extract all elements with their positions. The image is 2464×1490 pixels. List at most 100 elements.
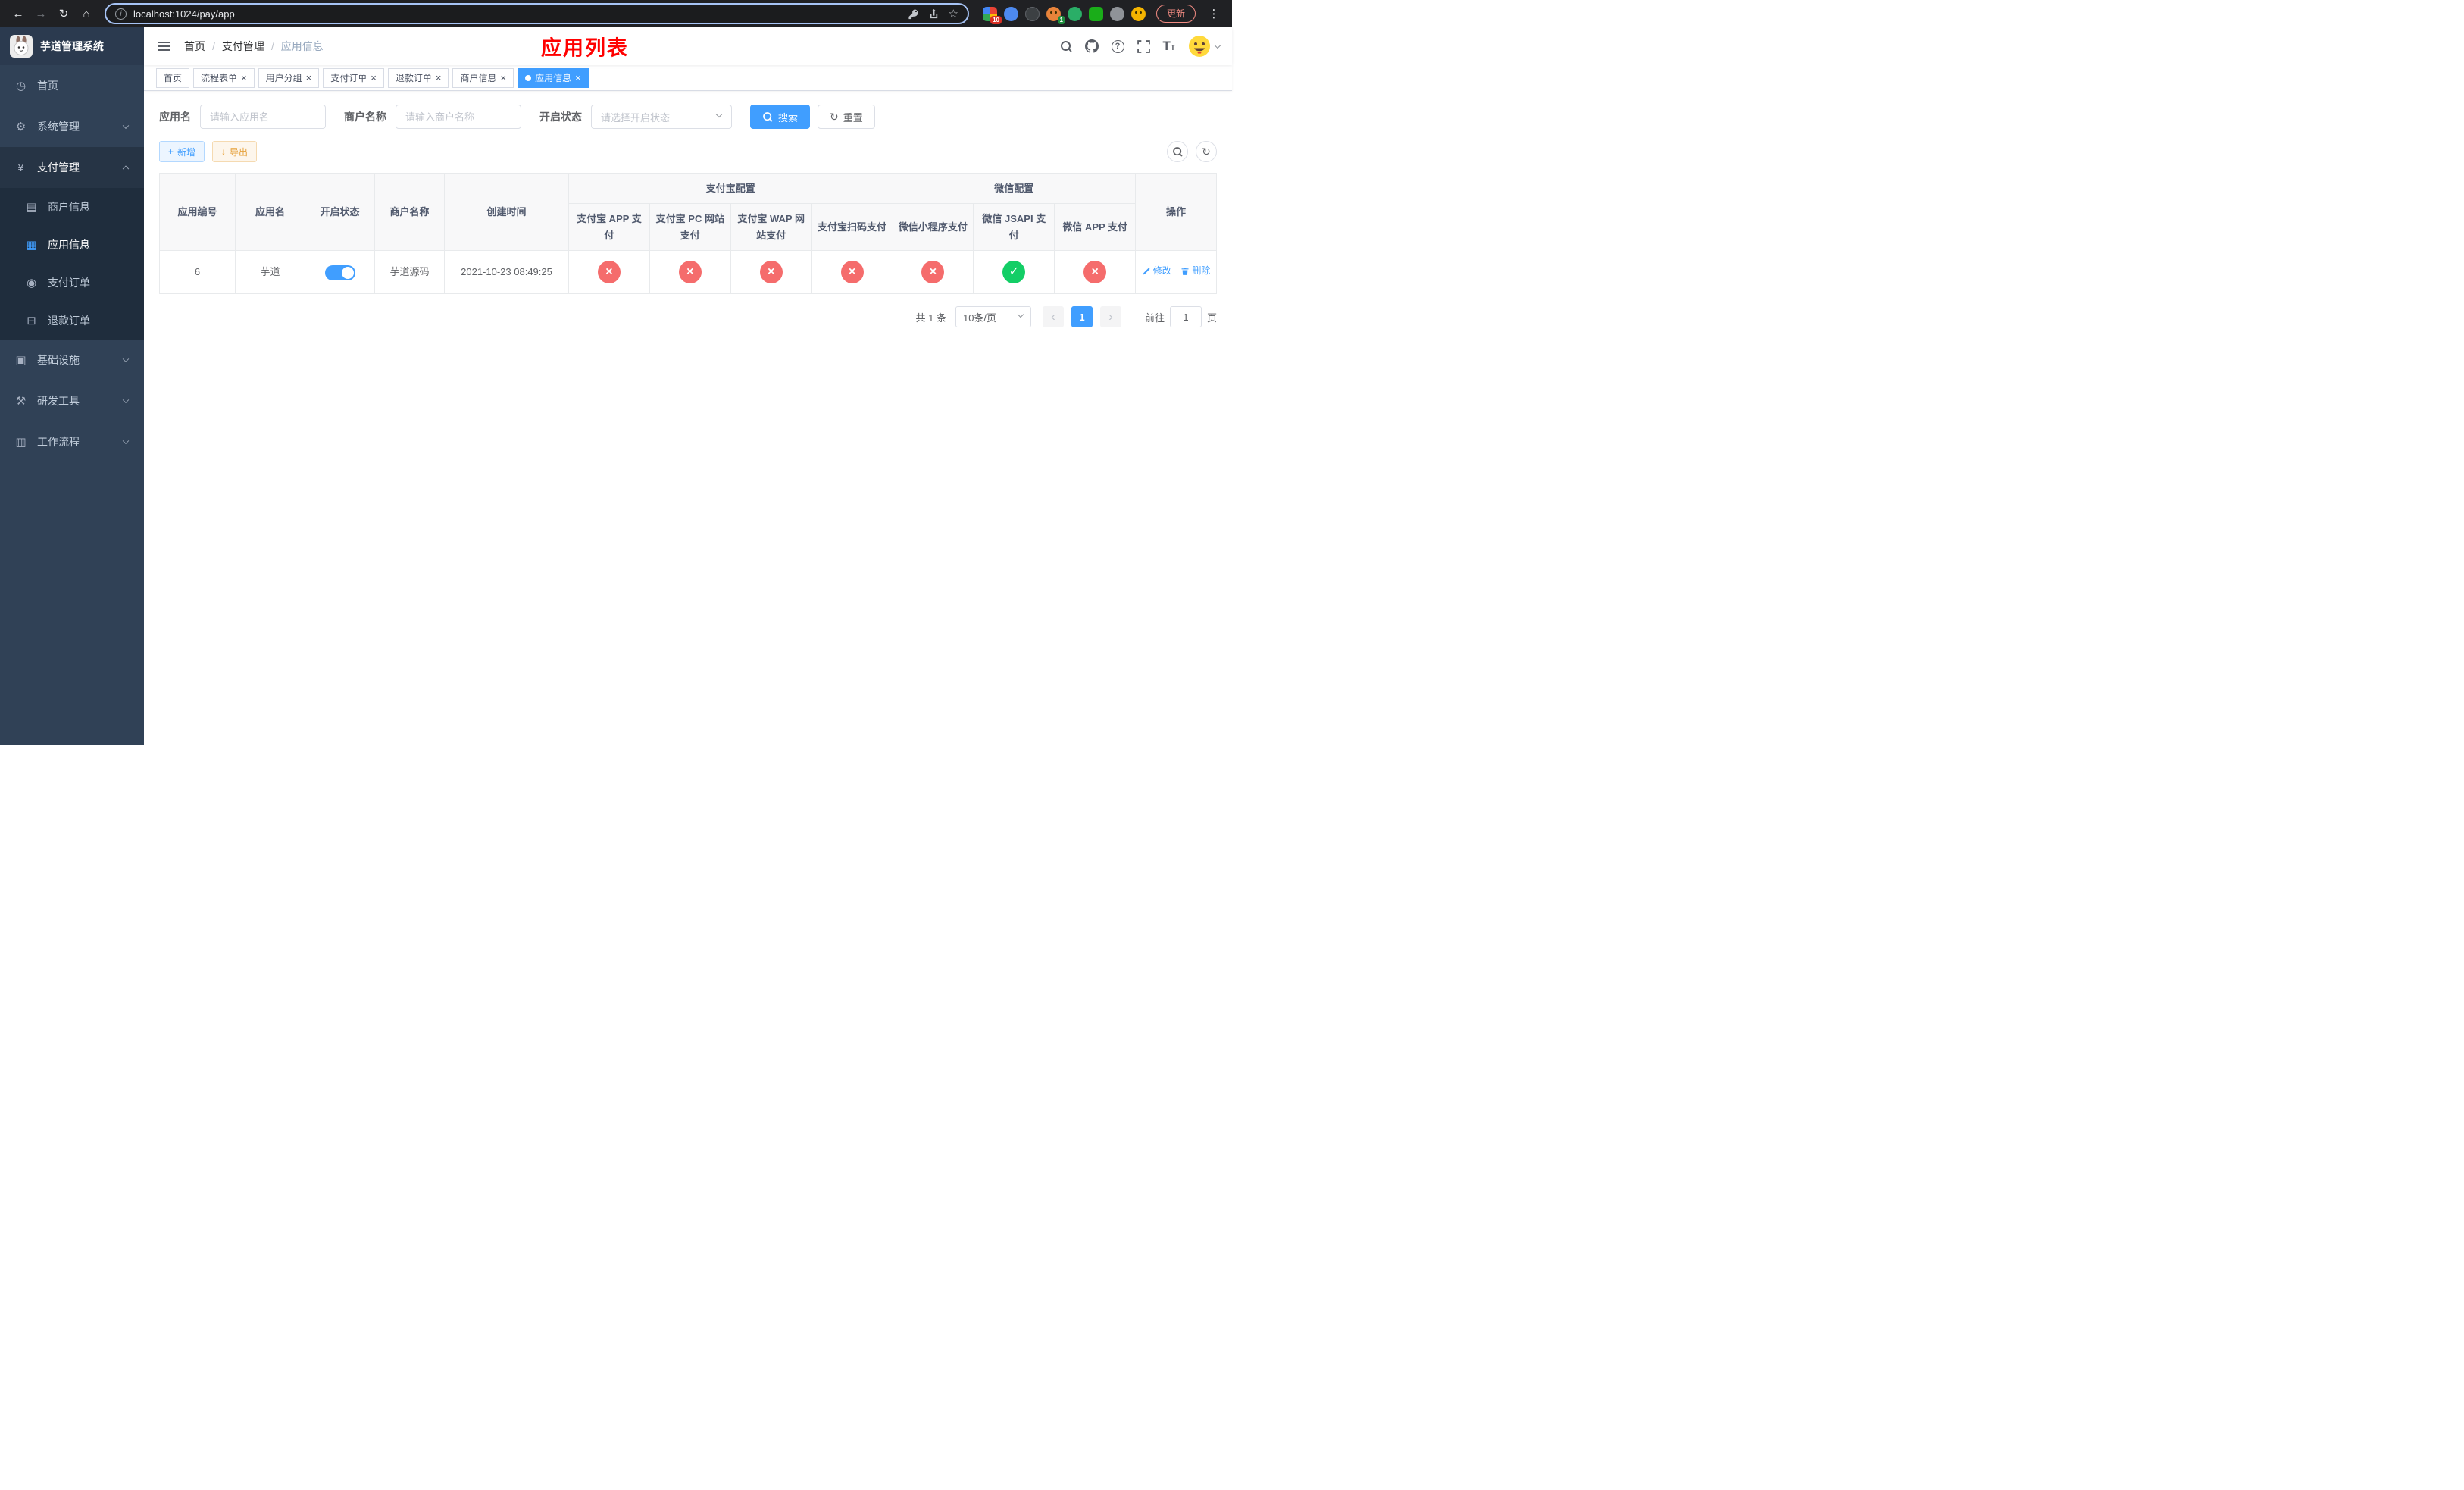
tab-process-form[interactable]: 流程表单 × [193, 67, 255, 88]
back-icon[interactable]: ← [8, 3, 29, 24]
page-size-select[interactable]: 10条/页 [955, 306, 1031, 327]
fullscreen-icon[interactable] [1137, 39, 1150, 53]
sidebar-item-home[interactable]: ◷ 首页 [0, 65, 144, 106]
search-icon[interactable] [1060, 40, 1072, 52]
reload-icon[interactable]: ↻ [53, 3, 74, 24]
app-logo[interactable]: 芋道管理系统 [0, 27, 144, 65]
app-name-input[interactable] [200, 105, 326, 129]
tab-user-group[interactable]: 用户分组 × [258, 67, 320, 88]
cell-app-name: 芋道 [235, 250, 305, 294]
tab-merchant-info[interactable]: 商户信息 × [452, 67, 514, 88]
refresh-icon: ↻ [1202, 146, 1211, 158]
update-button[interactable]: 更新 [1155, 5, 1196, 23]
forward-icon[interactable]: → [30, 3, 52, 24]
table-toolbar: + 新增 ↓ 导出 ↻ [159, 141, 1217, 162]
edit-button[interactable]: 修改 [1142, 264, 1171, 279]
payment-submenu: ▤ 商户信息 ▦ 应用信息 ◉ 支付订单 ⊟ 退款订单 [0, 188, 144, 340]
refund-icon: ⊟ [27, 315, 36, 327]
status-select[interactable]: 请选择开启状态 [591, 105, 732, 129]
tab-home[interactable]: 首页 [156, 67, 190, 88]
col-header-alipay-qr: 支付宝扫码支付 [811, 203, 893, 251]
close-icon[interactable]: × [306, 73, 312, 83]
share-icon[interactable] [928, 8, 940, 20]
url-bar[interactable]: i localhost:1024/pay/app ☆ [105, 3, 969, 24]
export-button[interactable]: ↓ 导出 [212, 141, 258, 162]
sidebar-item-label: 首页 [37, 80, 58, 92]
bookmark-star-icon[interactable]: ☆ [949, 8, 958, 20]
refresh-table-button[interactable]: ↻ [1196, 141, 1217, 162]
chevron-down-icon [122, 355, 130, 363]
merchant-name-input[interactable] [396, 105, 521, 129]
tags-view-bar: 首页 流程表单 × 用户分组 × 支付订单 × 退款订单 × 商户信息 × 应用信息 × [144, 65, 1232, 91]
refresh-icon: ↻ [830, 111, 839, 123]
reset-button[interactable]: ↻ 重置 [818, 105, 875, 129]
sidebar-item-system[interactable]: ⚙ 系统管理 [0, 106, 144, 147]
col-header-alipay-pc: 支付宝 PC 网站支付 [649, 203, 731, 251]
sidebar-item-workflow[interactable]: ▥ 工作流程 [0, 421, 144, 462]
sidebar-item-refund-order[interactable]: ⊟ 退款订单 [0, 302, 144, 340]
sidebar-toggle-icon[interactable] [156, 38, 172, 55]
plus-icon: + [168, 146, 174, 157]
goto-page-input[interactable] [1169, 306, 1202, 327]
status-toggle[interactable] [324, 265, 355, 280]
sidebar-item-merchant-info[interactable]: ▤ 商户信息 [0, 188, 144, 226]
tab-refund-order[interactable]: 退款订单 × [387, 67, 449, 88]
prev-page-button[interactable]: ‹ [1042, 306, 1064, 327]
extension-face-icon[interactable] [1130, 6, 1146, 21]
search-button[interactable]: 搜索 [750, 105, 811, 129]
chevron-down-icon [715, 111, 723, 118]
toggle-search-button[interactable] [1167, 141, 1188, 162]
extension-dark-icon[interactable] [1024, 6, 1040, 21]
extension-grid-icon[interactable]: 10 [982, 6, 1002, 24]
wechat-app-status-icon: × [1083, 261, 1107, 283]
sidebar-item-dev-tools[interactable]: ⚒ 研发工具 [0, 380, 144, 421]
col-header-wechat-jsapi: 微信 JSAPI 支付 [973, 203, 1055, 251]
close-icon[interactable]: × [371, 73, 377, 83]
breadcrumb-payment[interactable]: 支付管理 [222, 39, 281, 54]
order-icon: ◉ [26, 277, 37, 290]
key-icon[interactable] [908, 8, 919, 20]
pagination-total: 共 1 条 [915, 311, 946, 324]
chevron-down-icon [1214, 42, 1221, 49]
close-icon[interactable]: × [241, 73, 247, 83]
close-icon[interactable]: × [575, 73, 581, 83]
sidebar-item-label: 研发工具 [37, 395, 80, 407]
extension-green-circle-icon[interactable] [1067, 6, 1082, 21]
extension-green-square-icon[interactable] [1088, 6, 1103, 21]
help-icon[interactable]: ? [1111, 39, 1124, 53]
font-size-icon[interactable]: TT [1163, 39, 1176, 54]
sidebar-item-infrastructure[interactable]: ▣ 基础设施 [0, 340, 144, 380]
next-page-button[interactable]: › [1099, 306, 1121, 327]
sidebar-item-label: 系统管理 [37, 121, 80, 133]
tab-pay-order[interactable]: 支付订单 × [323, 67, 384, 88]
site-info-icon[interactable]: i [115, 8, 127, 20]
sidebar-item-app-info[interactable]: ▦ 应用信息 [0, 226, 144, 264]
add-button[interactable]: + 新增 [159, 141, 205, 162]
breadcrumb-home[interactable]: 首页 [184, 39, 222, 54]
gear-icon: ⚙ [15, 121, 27, 133]
extension-drop-icon[interactable] [1003, 6, 1018, 21]
col-header-created: 创建时间 [444, 173, 569, 251]
extension-avatar-icon[interactable]: 1 [1046, 6, 1065, 24]
col-header-app-name: 应用名 [235, 173, 305, 251]
github-icon[interactable] [1084, 39, 1099, 53]
col-header-alipay-app: 支付宝 APP 支付 [568, 203, 650, 251]
user-menu[interactable] [1188, 35, 1221, 58]
sidebar-item-pay-order[interactable]: ◉ 支付订单 [0, 264, 144, 302]
wechat-mini-status-icon: × [921, 261, 945, 283]
home-icon[interactable]: ⌂ [76, 3, 97, 24]
page-number-button[interactable]: 1 [1071, 306, 1093, 327]
workflow-icon: ▥ [15, 436, 27, 449]
close-icon[interactable]: × [436, 73, 442, 83]
sidebar-item-label: 商户信息 [48, 201, 90, 213]
col-header-wechat-app: 微信 APP 支付 [1054, 203, 1137, 251]
delete-button[interactable]: 删除 [1180, 264, 1210, 279]
sidebar-item-label: 退款订单 [48, 315, 90, 327]
tab-app-info[interactable]: 应用信息 × [518, 67, 589, 88]
merchant-name-label: 商户名称 [344, 111, 386, 123]
sidebar-item-payment[interactable]: ¥ 支付管理 [0, 147, 144, 188]
browser-menu-icon[interactable]: ⋮ [1203, 3, 1224, 24]
extension-puzzle-icon[interactable] [1109, 6, 1124, 21]
alipay-wap-status-icon: × [759, 261, 783, 283]
close-icon[interactable]: × [500, 73, 506, 83]
